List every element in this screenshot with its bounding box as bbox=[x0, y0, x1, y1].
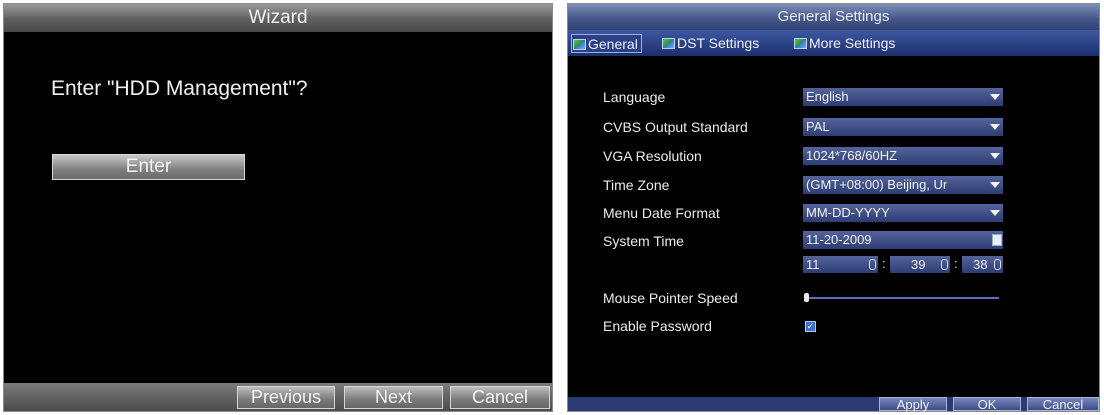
timezone-dropdown[interactable]: (GMT+08:00) Beijing, Ur bbox=[803, 176, 1003, 194]
checkmark-icon: ✓ bbox=[806, 321, 815, 331]
enter-button[interactable]: Enter bbox=[52, 154, 245, 180]
more-tab-icon bbox=[794, 38, 807, 49]
time-separator: : bbox=[882, 256, 886, 271]
previous-button[interactable]: Previous bbox=[237, 386, 335, 409]
enable-password-label: Enable Password bbox=[603, 318, 712, 334]
chevron-down-icon bbox=[990, 182, 1000, 188]
date-format-label: Menu Date Format bbox=[603, 205, 720, 221]
cvbs-label: CVBS Output Standard bbox=[603, 119, 748, 135]
cvbs-value: PAL bbox=[806, 119, 830, 134]
system-date-value: 11-20-2009 bbox=[806, 232, 872, 247]
minute-field[interactable]: 39 bbox=[890, 256, 950, 273]
hour-spinner-icon[interactable] bbox=[869, 259, 876, 270]
chevron-down-icon bbox=[990, 124, 1000, 130]
date-format-dropdown[interactable]: MM-DD-YYYY bbox=[803, 204, 1003, 222]
tab-general[interactable]: General bbox=[571, 34, 642, 53]
cvbs-dropdown[interactable]: PAL bbox=[803, 118, 1003, 136]
wizard-cancel-button[interactable]: Cancel bbox=[450, 386, 550, 409]
system-time-label: System Time bbox=[603, 233, 684, 249]
enable-password-checkbox[interactable]: ✓ bbox=[805, 321, 816, 332]
tab-general-label: General bbox=[588, 36, 638, 52]
language-value: English bbox=[806, 89, 849, 104]
tab-more-settings[interactable]: More Settings bbox=[794, 34, 895, 53]
general-tab-icon bbox=[573, 39, 586, 50]
minute-spinner-icon[interactable] bbox=[941, 259, 948, 270]
second-field[interactable]: 38 bbox=[962, 256, 1003, 273]
vga-value: 1024*768/60HZ bbox=[806, 148, 898, 163]
language-dropdown[interactable]: English bbox=[803, 88, 1003, 106]
dst-tab-icon bbox=[662, 38, 675, 49]
mouse-speed-slider[interactable] bbox=[806, 297, 999, 299]
mouse-speed-slider-handle[interactable] bbox=[804, 293, 809, 302]
timezone-value: (GMT+08:00) Beijing, Ur bbox=[806, 177, 948, 192]
language-label: Language bbox=[603, 89, 666, 105]
tab-dst-label: DST Settings bbox=[677, 35, 760, 51]
minute-value: 39 bbox=[911, 257, 926, 272]
hour-value: 11 bbox=[806, 257, 820, 272]
time-separator: : bbox=[954, 256, 958, 271]
wizard-title: Wizard bbox=[4, 4, 552, 32]
wizard-dialog: Wizard Enter "HDD Management"? Enter Pre… bbox=[3, 3, 553, 412]
tab-dst-settings[interactable]: DST Settings bbox=[662, 34, 759, 53]
mouse-speed-label: Mouse Pointer Speed bbox=[603, 290, 738, 306]
second-spinner-icon[interactable] bbox=[994, 259, 1001, 270]
settings-title: General Settings bbox=[568, 4, 1099, 30]
system-date-field[interactable]: 11-20-2009 bbox=[803, 231, 1003, 249]
calendar-icon[interactable] bbox=[992, 234, 1002, 246]
chevron-down-icon bbox=[990, 94, 1000, 100]
chevron-down-icon bbox=[990, 210, 1000, 216]
settings-tab-bar: General DST Settings More Settings bbox=[568, 30, 1099, 56]
general-settings-dialog: General Settings General DST Settings Mo… bbox=[567, 3, 1100, 412]
vga-label: VGA Resolution bbox=[603, 148, 702, 164]
settings-footer: Apply OK Cancel bbox=[568, 397, 1099, 412]
next-button[interactable]: Next bbox=[344, 386, 443, 409]
hour-field[interactable]: 11 bbox=[803, 256, 878, 273]
apply-button[interactable]: Apply bbox=[879, 397, 947, 412]
timezone-label: Time Zone bbox=[603, 177, 670, 193]
ok-button[interactable]: OK bbox=[953, 397, 1021, 412]
tab-more-label: More Settings bbox=[809, 35, 896, 51]
date-format-value: MM-DD-YYYY bbox=[806, 205, 890, 220]
wizard-question: Enter "HDD Management"? bbox=[51, 77, 308, 100]
chevron-down-icon bbox=[990, 153, 1000, 159]
settings-cancel-button[interactable]: Cancel bbox=[1027, 397, 1099, 412]
second-value: 38 bbox=[973, 257, 988, 272]
wizard-footer: Previous Next Cancel bbox=[4, 383, 552, 411]
vga-dropdown[interactable]: 1024*768/60HZ bbox=[803, 147, 1003, 165]
